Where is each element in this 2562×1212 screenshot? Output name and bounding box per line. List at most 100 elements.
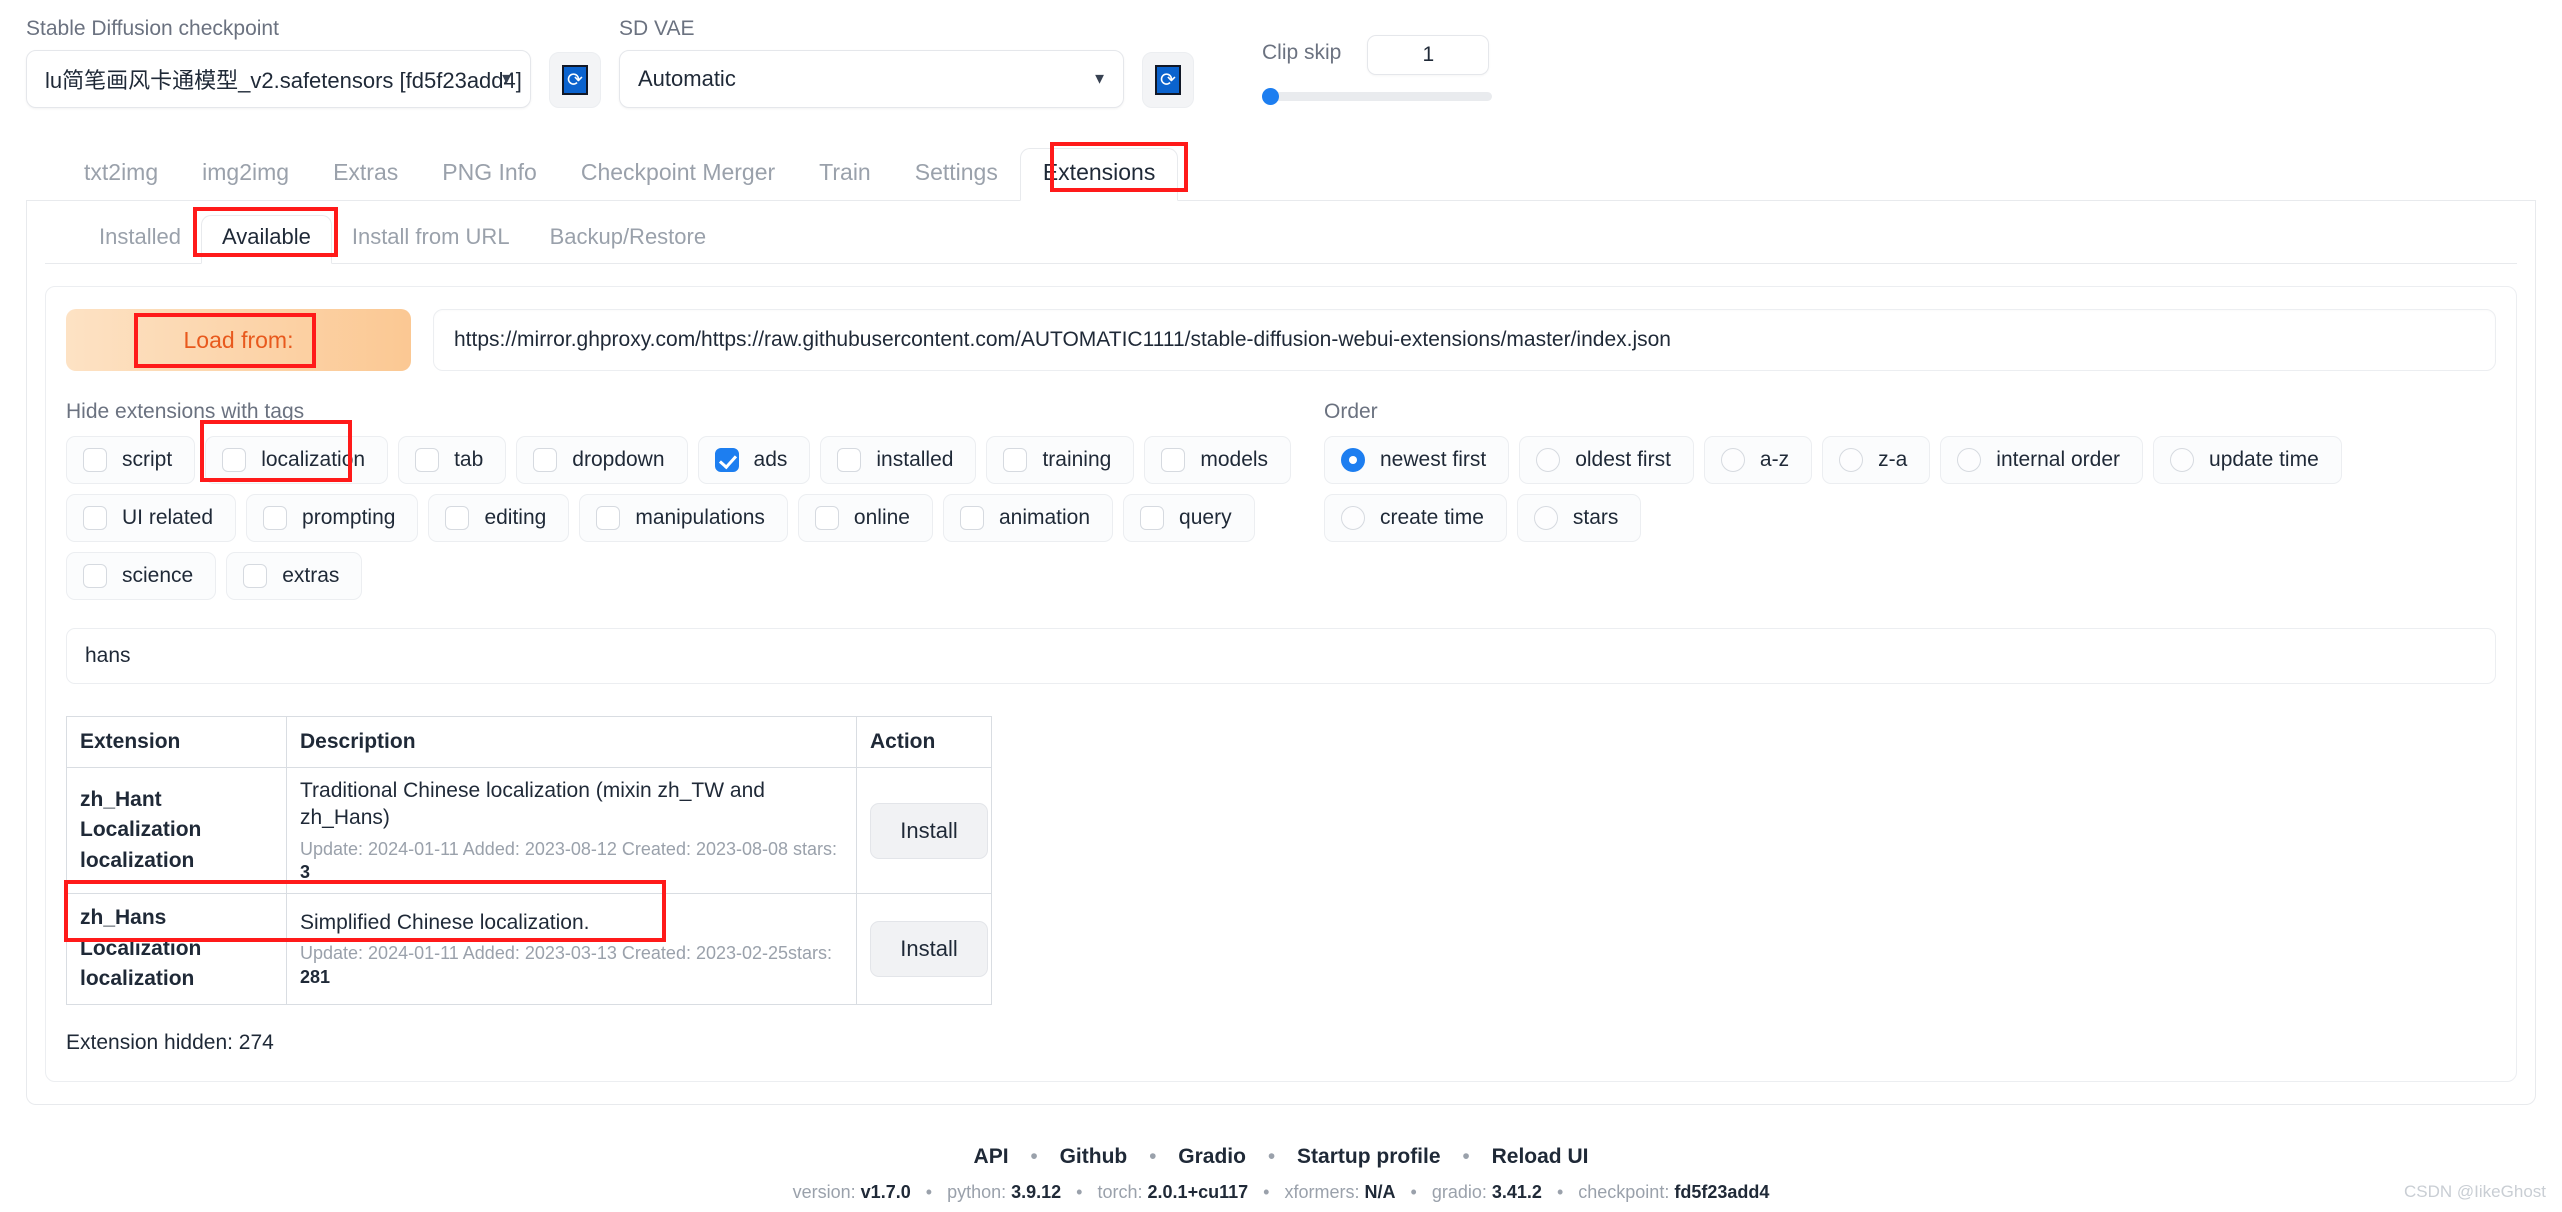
radio-newest-first[interactable] bbox=[1341, 448, 1365, 472]
checkbox-training[interactable] bbox=[1003, 448, 1028, 472]
radio-update-time[interactable] bbox=[2170, 448, 2195, 472]
order-chip-create-time[interactable]: create time bbox=[1324, 494, 1507, 542]
checkbox-ui-related[interactable] bbox=[83, 506, 107, 530]
sub-tab-installed[interactable]: Installed bbox=[79, 216, 201, 263]
clip-skip-label: Clip skip bbox=[1262, 41, 1342, 64]
tag-chip-extras[interactable]: extras bbox=[226, 552, 363, 600]
tag-chip-prompting[interactable]: prompting bbox=[246, 494, 419, 542]
order-label-internal-order: internal order bbox=[1996, 448, 2121, 471]
sub-tab-install-from-url[interactable]: Install from URL bbox=[332, 216, 530, 263]
tab-checkpoint-merger[interactable]: Checkpoint Merger bbox=[559, 149, 797, 200]
checkbox-installed[interactable] bbox=[837, 448, 862, 472]
checkbox-tab[interactable] bbox=[415, 448, 440, 472]
radio-create-time[interactable] bbox=[1341, 506, 1365, 530]
load-from-button[interactable]: Load from: bbox=[66, 309, 411, 371]
tag-chip-manipulations[interactable]: manipulations bbox=[579, 494, 788, 542]
footer-link-api[interactable]: API bbox=[974, 1145, 1009, 1168]
sub-tab-backup-restore[interactable]: Backup/Restore bbox=[530, 216, 727, 263]
tab-extras[interactable]: Extras bbox=[311, 149, 420, 200]
tag-chip-ads[interactable]: ads bbox=[697, 436, 811, 484]
clip-skip-slider[interactable] bbox=[1262, 88, 1492, 105]
table-row: zh_Hant Localization localization Tradit… bbox=[66, 766, 992, 895]
footer-link-reload-ui[interactable]: Reload UI bbox=[1492, 1145, 1589, 1168]
tag-chip-tab[interactable]: tab bbox=[398, 436, 507, 484]
tag-chip-science[interactable]: science bbox=[66, 552, 217, 600]
footer-link-gradio[interactable]: Gradio bbox=[1178, 1145, 1246, 1168]
slider-thumb[interactable] bbox=[1262, 88, 1279, 105]
extension-index-url-input[interactable]: https://mirror.ghproxy.com/https://raw.g… bbox=[433, 309, 2496, 371]
tag-label-science: science bbox=[122, 564, 194, 587]
radio-internal-order[interactable] bbox=[1957, 448, 1982, 472]
chevron-down-icon: ▼ bbox=[499, 70, 514, 88]
tag-chip-online[interactable]: online bbox=[797, 494, 933, 542]
radio-z-a[interactable] bbox=[1839, 448, 1864, 472]
sub-tab-available[interactable]: Available bbox=[200, 215, 332, 264]
search-input[interactable]: hans bbox=[66, 628, 2496, 684]
load-from-label: Load from: bbox=[183, 326, 294, 353]
tag-label-localization: localization bbox=[261, 448, 366, 471]
checkbox-prompting[interactable] bbox=[263, 506, 288, 530]
vae-dropdown[interactable]: Automatic ▼ bbox=[619, 50, 1124, 108]
tab-img2img[interactable]: img2img bbox=[180, 149, 311, 200]
radio-a-z[interactable] bbox=[1720, 448, 1745, 472]
checkpoint-value: fd5f23add4 bbox=[1674, 1181, 1770, 1202]
checkbox-ads[interactable] bbox=[714, 448, 739, 472]
tag-chip-training[interactable]: training bbox=[986, 436, 1135, 484]
order-chip-oldest-first[interactable]: oldest first bbox=[1519, 436, 1694, 484]
order-chip-internal-order[interactable]: internal order bbox=[1940, 436, 2144, 484]
column-header-extension: Extension bbox=[66, 716, 287, 768]
checkbox-editing[interactable] bbox=[445, 506, 470, 530]
vae-value: Automatic bbox=[638, 66, 736, 91]
checkbox-extras[interactable] bbox=[243, 564, 268, 588]
tab-png-info[interactable]: PNG Info bbox=[420, 149, 559, 200]
checkbox-science[interactable] bbox=[83, 564, 107, 588]
radio-oldest-first[interactable] bbox=[1536, 448, 1561, 472]
order-group: Order newest first oldest first a-z z-a … bbox=[1306, 401, 2496, 600]
column-header-action: Action bbox=[856, 716, 992, 768]
tag-chip-models[interactable]: models bbox=[1144, 436, 1292, 484]
refresh-checkpoint-button[interactable]: ⟳ bbox=[549, 52, 601, 108]
refresh-icon: ⟳ bbox=[562, 65, 588, 95]
clip-skip-input[interactable]: 1 bbox=[1367, 35, 1490, 75]
footer-link-startup-profile[interactable]: Startup profile bbox=[1297, 1145, 1441, 1168]
footer-separator: • bbox=[1267, 1144, 1276, 1168]
order-chip-a-z[interactable]: a-z bbox=[1703, 436, 1813, 484]
checkbox-animation[interactable] bbox=[959, 506, 984, 530]
table-header-row: Extension Description Action bbox=[66, 716, 992, 768]
checkbox-query[interactable] bbox=[1140, 506, 1165, 530]
install-button[interactable]: Install bbox=[870, 802, 988, 859]
checkbox-script[interactable] bbox=[83, 448, 107, 472]
checkbox-online[interactable] bbox=[814, 506, 839, 530]
extension-description: Traditional Chinese localization (mixin … bbox=[300, 779, 765, 830]
tab-txt2img[interactable]: txt2img bbox=[62, 149, 180, 200]
refresh-vae-button[interactable]: ⟳ bbox=[1142, 52, 1194, 108]
checkpoint-dropdown[interactable]: lu简笔画风卡通模型_v2.safetensors [fd5f23add4] ▼ bbox=[26, 50, 531, 108]
tab-extensions[interactable]: Extensions bbox=[1019, 148, 1179, 201]
checkbox-models[interactable] bbox=[1161, 448, 1186, 472]
chevron-down-icon: ▼ bbox=[1092, 70, 1107, 88]
watermark: CSDN @IikeGhost bbox=[2404, 1182, 2546, 1201]
tab-settings[interactable]: Settings bbox=[893, 149, 1020, 200]
checkbox-manipulations[interactable] bbox=[596, 506, 621, 530]
tag-chip-animation[interactable]: animation bbox=[942, 494, 1114, 542]
extensions-panel: Installed Available Install from URL Bac… bbox=[26, 201, 2536, 1105]
order-chip-stars[interactable]: stars bbox=[1516, 494, 1642, 542]
install-button[interactable]: Install bbox=[870, 921, 988, 978]
order-chip-newest-first[interactable]: newest first bbox=[1324, 436, 1510, 484]
checkbox-localization[interactable] bbox=[222, 448, 247, 472]
tag-chip-localization[interactable]: localization bbox=[200, 420, 389, 484]
tab-train[interactable]: Train bbox=[797, 149, 893, 200]
tag-chip-ui-related[interactable]: UI related bbox=[66, 494, 237, 542]
radio-stars[interactable] bbox=[1533, 506, 1558, 530]
checkbox-dropdown[interactable] bbox=[533, 448, 558, 472]
tag-chip-query[interactable]: query bbox=[1123, 494, 1255, 542]
tag-chip-dropdown[interactable]: dropdown bbox=[516, 436, 688, 484]
order-chip-z-a[interactable]: z-a bbox=[1822, 436, 1931, 484]
tag-chip-installed[interactable]: installed bbox=[820, 436, 977, 484]
footer-link-github[interactable]: Github bbox=[1060, 1145, 1128, 1168]
tag-chip-editing[interactable]: editing bbox=[428, 494, 570, 542]
order-chip-update-time[interactable]: update time bbox=[2153, 436, 2342, 484]
tag-chip-script[interactable]: script bbox=[66, 436, 196, 484]
extensions-table-wrapper: Extension Description Action zh_Hant Loc… bbox=[64, 716, 992, 1005]
order-label-create-time: create time bbox=[1380, 506, 1484, 529]
